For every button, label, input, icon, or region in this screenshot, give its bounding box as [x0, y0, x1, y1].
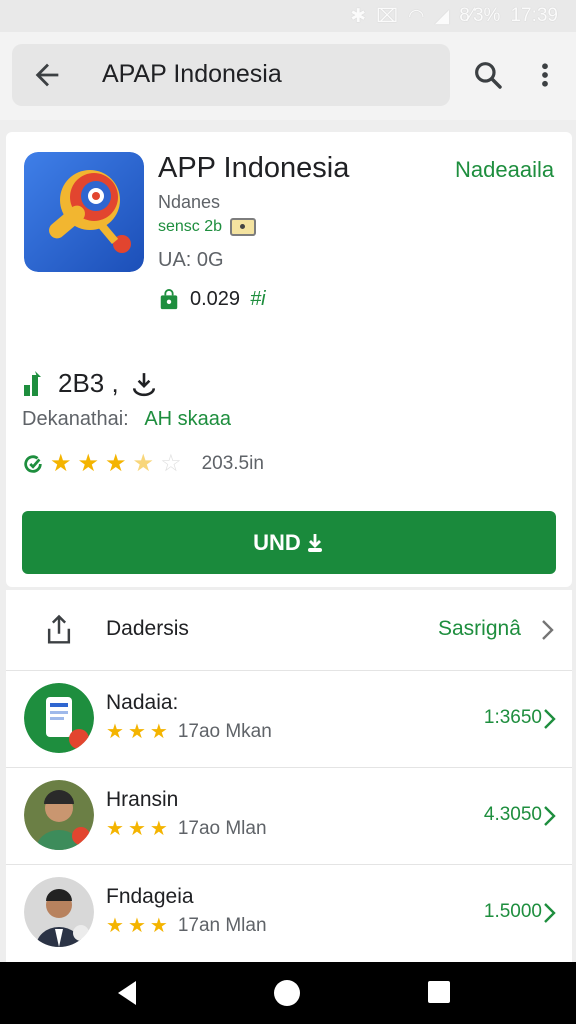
shopping-bag-icon	[160, 288, 178, 309]
category-row: Dekanathai: AH skaaa	[22, 408, 231, 431]
share-icon	[47, 614, 71, 644]
signal-icon: ◢	[434, 5, 450, 27]
content-rating: sensc 2b	[158, 218, 257, 236]
review-count: 203.5in	[201, 453, 264, 474]
rating-chip-icon	[230, 218, 257, 236]
item-name: Hransin	[106, 788, 179, 811]
developer-name[interactable]: Ndanes	[158, 192, 220, 213]
install-button[interactable]: UND	[22, 511, 556, 574]
search-box[interactable]: APAP Indonesia	[12, 44, 450, 106]
vibrate-icon: ⌧	[376, 5, 399, 27]
bluetooth-icon: ✱	[350, 5, 367, 27]
status-bar: ✱ ⌧ ◠ ◢ 8⁄3% 17:39	[0, 0, 576, 32]
nav-back-icon[interactable]	[114, 979, 140, 1007]
back-arrow-icon[interactable]	[30, 58, 64, 92]
nav-home-icon[interactable]	[274, 980, 300, 1006]
search-icon[interactable]	[472, 59, 504, 91]
wifi-icon: ◠	[408, 5, 425, 27]
item-name: Fndageia	[106, 885, 194, 908]
app-detail-card: APP Indonesia Nadeaaila Ndanes sensc 2b …	[6, 132, 572, 587]
item-price: 1.5000	[483, 901, 542, 922]
price-value: 0.029	[190, 288, 241, 310]
nav-recents-icon[interactable]	[428, 981, 450, 1003]
item-name: Nadaia:	[106, 691, 179, 714]
system-nav-bar	[0, 962, 576, 1024]
item-subtitle: 17ao Mlan	[177, 818, 267, 839]
top-app-bar: APAP Indonesia	[0, 32, 576, 120]
category-link[interactable]: AH skaaa	[144, 408, 231, 430]
content-rating-text: sensc 2b	[158, 218, 223, 235]
downloads-count: 2B3 ,	[58, 368, 119, 398]
rating-badge-icon	[24, 455, 42, 473]
list-item[interactable]: Hransin ★ ★ ★ 17ao Mlan 4.3050	[6, 768, 572, 865]
category-label: Dekanathai:	[22, 408, 129, 430]
download-arrow-icon	[132, 372, 155, 396]
search-query-text[interactable]: APAP Indonesia	[102, 60, 282, 89]
item-subtitle: 17ao Mkan	[177, 721, 272, 742]
item-price: 4.3050	[483, 804, 542, 825]
share-row[interactable]: Dadersis Sasrignâ	[6, 590, 572, 671]
price-suffix: #i	[250, 288, 266, 310]
list-item[interactable]: Nadaia: ★ ★ ★ 17ao Mkan 1:3650	[6, 671, 572, 768]
star-icon: ★	[149, 818, 168, 840]
star-icon: ★	[127, 915, 146, 937]
item-rating: ★ ★ ★ 17an Mlan	[106, 915, 267, 937]
star-icon: ★	[149, 915, 168, 937]
chevron-right-icon	[544, 903, 556, 923]
app-thumbnail-icon	[24, 683, 94, 753]
install-button-label: UND	[253, 529, 301, 555]
item-rating: ★ ★ ★ 17ao Mkan	[106, 721, 272, 743]
star-half-icon: ★	[132, 450, 155, 477]
item-subtitle: 17an Mlan	[177, 915, 267, 936]
star-icon: ★	[106, 818, 124, 840]
star-icon: ★	[149, 721, 168, 743]
star-icon: ★	[106, 915, 124, 937]
rating-row: ★ ★ ★ ★ ☆ 203.5in	[22, 452, 264, 476]
star-icon: ★	[77, 450, 100, 477]
list-item[interactable]: Fndageia ★ ★ ★ 17an Mlan 1.5000	[6, 865, 572, 961]
downloads-row: 2B3 ,	[22, 368, 157, 399]
app-size: UA: 0G	[158, 249, 224, 271]
related-list: Dadersis Sasrignâ Nadaia: ★ ★ ★ 17ao Mka…	[6, 590, 572, 964]
star-icon: ★	[50, 450, 72, 477]
avatar	[24, 877, 94, 947]
chevron-right-icon	[544, 709, 556, 729]
chevron-right-icon	[542, 620, 554, 640]
star-empty-icon: ☆	[160, 450, 182, 477]
app-logo-icon	[24, 152, 144, 272]
star-icon: ★	[106, 721, 124, 743]
chevron-right-icon	[544, 806, 556, 826]
item-rating: ★ ★ ★ 17ao Mlan	[106, 818, 267, 840]
share-label: Dadersis	[106, 617, 189, 640]
downloads-chart-icon	[24, 370, 41, 396]
star-icon: ★	[127, 721, 146, 743]
avatar	[24, 780, 94, 850]
clock: 17:39	[510, 5, 558, 26]
share-action[interactable]: Sasrignâ	[438, 617, 521, 641]
more-vert-icon[interactable]	[530, 59, 560, 91]
item-price: 1:3650	[483, 707, 542, 728]
hand-download-icon	[307, 533, 322, 552]
battery-text: 8⁄3%	[459, 5, 501, 26]
install-state-link[interactable]: Nadeaaila	[455, 157, 554, 183]
price-row: 0.029 #i	[158, 288, 266, 311]
app-title: APP Indonesia	[158, 152, 350, 184]
star-icon: ★	[127, 818, 146, 840]
star-icon: ★	[105, 450, 127, 477]
